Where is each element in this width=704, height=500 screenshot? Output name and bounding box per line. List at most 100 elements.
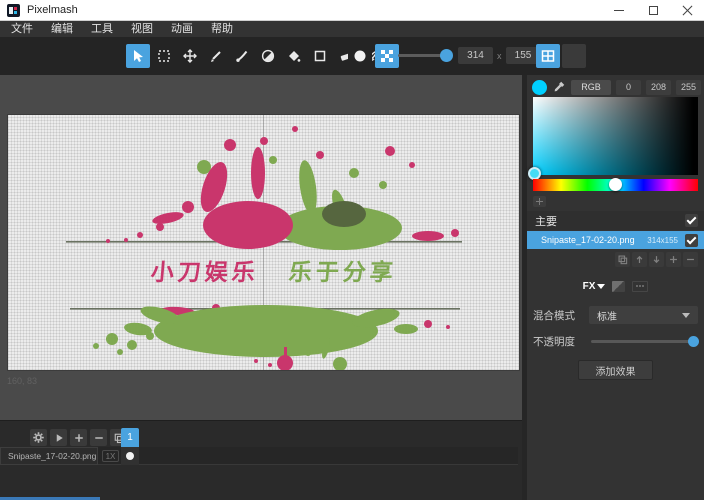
red-value-field[interactable]: 0 [616,80,641,95]
arrow-up-icon [634,254,645,265]
hue-slider[interactable] [533,179,698,191]
close-button[interactable] [670,0,704,21]
menu-file[interactable]: 文件 [2,21,42,37]
keyframe-dot-icon [126,452,134,460]
menubar: 文件 编辑 工具 视图 动画 帮助 [0,21,704,37]
timeline-layer-row: Snipaste_17-02-20.png 1X [0,447,518,465]
opacity-slider[interactable] [591,340,693,343]
menu-animation[interactable]: 动画 [162,21,202,37]
brush-shape-button[interactable] [348,44,372,68]
animation-timeline: 1 Snipaste_17-02-20.png 1X [0,420,522,500]
menu-edit[interactable]: 编辑 [42,21,82,37]
minimize-icon [614,10,624,11]
delete-layer-button[interactable] [683,252,698,267]
app-icon [7,4,20,17]
move-layer-down-button[interactable] [649,252,664,267]
grid-toggle-button[interactable] [536,44,560,68]
play-icon [53,432,65,444]
minimize-button[interactable] [602,0,636,21]
minus-icon [93,432,105,444]
blue-value-field[interactable]: 255 [676,80,701,95]
frame-1-tab[interactable]: 1 [121,428,139,447]
plus-icon [536,198,543,205]
maximize-icon [649,6,658,15]
circle-shape-icon [352,48,368,64]
eyedropper-icon[interactable] [552,80,566,94]
add-frame-button[interactable] [70,429,87,446]
opacity-slider-handle[interactable] [688,336,699,347]
brush-tool-button[interactable] [230,44,254,68]
current-color-swatch[interactable] [532,80,547,95]
duplicate-layer-button[interactable] [615,252,630,267]
dither-mode-button[interactable] [375,44,399,68]
layer-name: Snipaste_17-02-20.png [541,235,635,245]
select-tool-button[interactable] [126,44,150,68]
fx-tab[interactable]: FX [583,281,606,292]
add-layer-button[interactable] [666,252,681,267]
blend-mode-label: 混合模式 [533,308,575,323]
minus-icon [685,254,696,265]
pencil-icon [208,48,224,64]
marquee-tool-button[interactable] [152,44,176,68]
canvas-width-field[interactable]: 314 [458,47,493,64]
maximize-button[interactable] [636,0,670,21]
brush-size-slider[interactable] [398,54,450,57]
move-layer-up-button[interactable] [632,252,647,267]
animation-settings-button[interactable] [30,429,47,446]
cursor-coordinates: 160, 83 [7,376,37,386]
move-tool-button[interactable] [178,44,202,68]
opacity-label: 不透明度 [533,334,575,349]
pixelmash-window: Pixelmash 文件 编辑 工具 视图 动画 帮助 [0,0,704,500]
timeline-layer-name-cell[interactable]: Snipaste_17-02-20.png [0,447,98,465]
menu-tools[interactable]: 工具 [82,21,122,37]
layer-size: 314x155 [647,236,678,245]
rectangle-tool-button[interactable] [308,44,332,68]
hue-slider-cursor[interactable] [609,178,622,191]
frame-speed-badge[interactable]: 1X [102,450,119,462]
keyframe-cell[interactable] [121,447,139,465]
fx-tab-label: FX [583,281,596,292]
add-effect-button[interactable]: 添加效果 [578,360,653,380]
palette-tab[interactable] [632,281,648,292]
layer-group-label: 主要 [535,213,557,229]
arrow-down-icon [651,254,662,265]
menu-view[interactable]: 视图 [122,21,162,37]
menu-help[interactable]: 帮助 [202,21,242,37]
artwork-text: 小刀娱乐 乐于分享 [18,253,522,287]
blend-mode-dropdown[interactable]: 标准 [589,306,698,324]
saturation-value-picker[interactable] [533,97,698,175]
remove-frame-button[interactable] [90,429,107,446]
add-swatch-button[interactable] [533,196,546,207]
fill-icon [286,48,302,64]
green-value-field[interactable]: 208 [646,80,671,95]
artwork-text-green: 乐于分享 [287,253,398,287]
color-mode-button[interactable]: RGB [571,80,611,95]
fill-tool-button[interactable] [282,44,306,68]
shade-icon [260,48,276,64]
splat-artwork [8,115,519,370]
chevron-down-icon [682,313,690,318]
gradient-tab[interactable] [612,281,625,292]
plus-icon [73,432,85,444]
layer-visibility-checkbox[interactable] [685,234,698,247]
gear-icon [32,431,45,444]
plus-icon [668,254,679,265]
pixel-canvas[interactable]: 小刀娱乐 乐于分享 [8,115,519,370]
rectangle-icon [312,48,328,64]
layer-row-selected[interactable]: Snipaste_17-02-20.png 314x155 [527,231,704,249]
grid-options-button[interactable] [562,44,586,68]
layer-group-row[interactable]: 主要 [527,211,704,230]
artwork-text-pink: 小刀娱乐 [149,253,260,287]
shade-tool-button[interactable] [256,44,280,68]
chevron-down-icon [597,284,605,289]
timeline-layer-name: Snipaste_17-02-20.png [8,451,96,461]
dither-icon [380,49,394,63]
grid-icon [540,48,556,64]
window-title: Pixelmash [27,4,78,16]
titlebar: Pixelmash [0,0,704,21]
brush-size-slider-handle[interactable] [440,49,453,62]
play-button[interactable] [50,429,67,446]
pencil-tool-button[interactable] [204,44,228,68]
group-visibility-checkbox[interactable] [685,214,698,227]
brush-icon [234,48,250,64]
